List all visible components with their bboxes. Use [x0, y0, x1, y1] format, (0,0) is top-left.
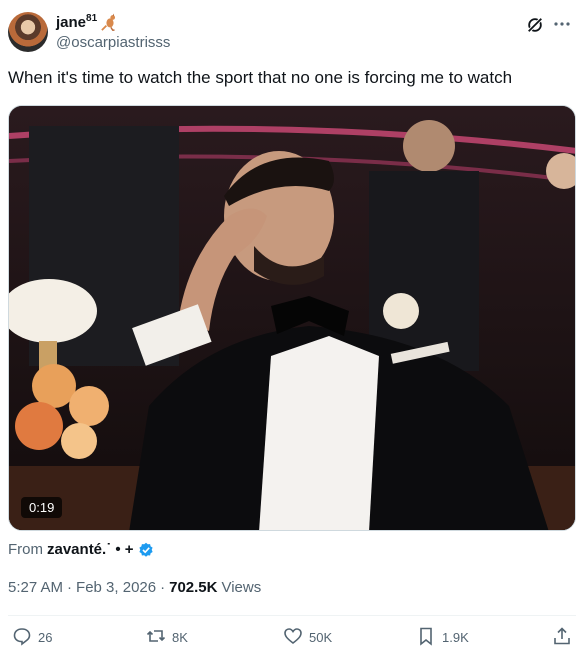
reply-count: 26 — [38, 630, 53, 645]
tweet-time[interactable]: 5:27 AM — [8, 579, 63, 596]
tweet-date[interactable]: Feb 3, 2026 — [76, 579, 156, 596]
attribution-prefix: From — [8, 541, 43, 558]
bookmark-button[interactable]: 1.9K — [416, 626, 469, 649]
meta-separator: · — [160, 579, 166, 596]
share-icon — [552, 626, 572, 649]
attribution-source[interactable]: zavanté.˙ • + — [47, 541, 134, 558]
video-frame — [9, 106, 575, 530]
media-attribution: From zavanté.˙ • + — [8, 541, 154, 558]
verified-badge-icon — [138, 542, 154, 558]
like-button[interactable]: 50K — [283, 626, 332, 649]
tweet-meta: 5:27 AM · Feb 3, 2026 · 702.5K Views — [8, 579, 261, 596]
divider — [8, 615, 576, 616]
display-name[interactable]: jane81 — [56, 13, 97, 31]
more-options-icon[interactable] — [552, 14, 572, 34]
repost-count: 8K — [172, 630, 188, 645]
action-bar: 26 8K 50K 1.9K — [8, 626, 576, 650]
like-count: 50K — [309, 630, 333, 645]
display-name-superscript: 81 — [86, 13, 98, 24]
repost-button[interactable]: 8K — [146, 626, 188, 649]
bookmark-count: 1.9K — [442, 630, 469, 645]
name-row: jane81 — [56, 13, 119, 31]
share-button[interactable] — [552, 626, 572, 649]
repost-icon — [146, 626, 166, 649]
grok-icon[interactable] — [526, 16, 544, 34]
bookmark-icon — [416, 626, 436, 649]
kangaroo-icon — [101, 13, 119, 31]
reply-icon — [12, 626, 32, 649]
avatar[interactable] — [8, 12, 48, 52]
video-player[interactable]: 0:19 — [8, 105, 576, 531]
video-duration-badge: 0:19 — [21, 497, 63, 518]
views-count: 702.5K — [169, 579, 218, 596]
tweet-header: jane81 @oscarpiastrisss — [8, 12, 572, 56]
heart-icon — [283, 626, 303, 649]
user-handle[interactable]: @oscarpiastrisss — [56, 34, 170, 51]
views-label: Views — [221, 579, 262, 596]
reply-button[interactable]: 26 — [12, 626, 52, 649]
meta-separator: · — [67, 579, 73, 596]
tweet-text: When it's time to watch the sport that n… — [8, 68, 513, 87]
